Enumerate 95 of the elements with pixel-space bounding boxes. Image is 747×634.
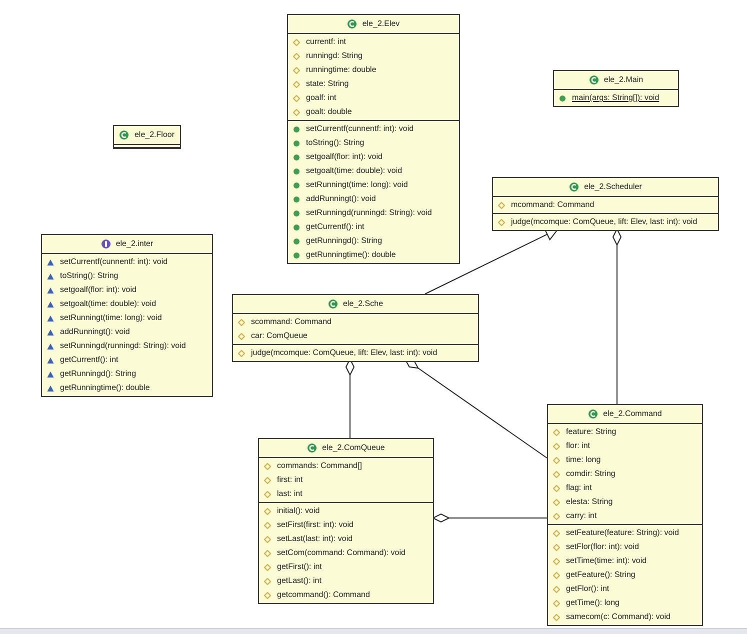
method-text: setRunningd(runningd: String): void	[306, 208, 432, 218]
diamond-icon	[238, 350, 245, 356]
method-text: setRunningt(time: long): void	[306, 180, 408, 190]
method-text: judge(mcomque: ComQueue, lift: Elev, last: int): void	[251, 348, 438, 358]
dot-icon	[293, 224, 300, 230]
class-name: ele_2.Scheduler	[584, 181, 642, 193]
dot-icon	[293, 238, 300, 244]
field-text: goalt: double	[306, 107, 352, 117]
method-text: setCurrentf(cunnentf: int): void	[306, 124, 414, 134]
method-text: getCurrentf(): int	[60, 355, 118, 365]
method-text: setFirst(first: int): void	[277, 520, 354, 530]
method-text: getRunningd(): String	[306, 236, 382, 246]
method-text: setCom(command: Command): void	[277, 548, 406, 558]
method-text: toString(): String	[306, 138, 364, 148]
class-name: ele_2.inter	[116, 238, 154, 250]
horizontal-scrollbar[interactable]	[0, 628, 747, 634]
method-text: initial(): void	[277, 506, 320, 516]
method-text: getcommand(): Command	[277, 590, 370, 600]
method-text: setgoalt(time: double): void	[60, 299, 156, 309]
class-box[interactable]: ele_2.Sche scommand: Command car: ComQueue judge(mcomque: ComQueue, lift: Elev, last: int): void	[232, 294, 479, 362]
class-name: ele_2.Main	[604, 74, 644, 86]
interface-icon	[100, 239, 111, 249]
method-text: addRunningt(): void	[306, 194, 376, 204]
field-text: feature: String	[566, 427, 616, 437]
field-text: carry: int	[566, 511, 597, 521]
dot-icon	[293, 140, 300, 146]
method-text: setgoalt(time: double): void	[306, 166, 402, 176]
field-text: car: ComQueue	[251, 331, 308, 341]
field-text: runningd: String	[306, 51, 362, 61]
method-text: getFlor(): int	[566, 584, 610, 594]
dot-icon	[293, 210, 300, 216]
class-box[interactable]	[41, 234, 213, 397]
class-box[interactable]: ele_2.Floor	[113, 125, 181, 149]
method-text: setRunningt(time: long): void	[60, 313, 162, 323]
field-text: last: int	[277, 489, 302, 499]
method-text: setRunningd(runningd: String): void	[60, 341, 186, 351]
method-text: getRunningtime(): double	[306, 250, 396, 260]
method-text: getRunningd(): String	[60, 369, 136, 379]
method-text: getFirst(): int	[277, 562, 322, 572]
field-text: mcommand: Command	[511, 200, 594, 210]
class-name: ele_2.Sche	[342, 298, 384, 310]
method-text: setgoalf(flor: int): void	[60, 285, 136, 295]
class-name: ele_2.Floor	[134, 129, 175, 141]
class-icon	[588, 409, 598, 419]
class-icon	[588, 75, 599, 85]
field-text: elesta: String	[566, 497, 613, 507]
field-text: goalf: int	[306, 93, 336, 103]
method-text: setgoalf(flor: int): void	[306, 152, 382, 162]
class-icon	[307, 443, 318, 453]
class-box[interactable]: ele_2.Main main(args: String[]): void	[553, 70, 679, 107]
class-icon	[347, 19, 358, 29]
field-text: comdir: String	[566, 469, 616, 479]
method-text: getLast(): int	[277, 576, 322, 586]
method-text: addRunningt(): void	[60, 327, 130, 337]
field-text: flor: int	[566, 441, 590, 451]
method-text: setLast(last: int): void	[277, 534, 353, 544]
method-text: getRunningtime(): double	[60, 383, 150, 393]
field-text: time: long	[566, 455, 601, 465]
class-box[interactable]	[287, 14, 460, 264]
field-text: flag: int	[566, 483, 592, 493]
dot-icon	[293, 126, 300, 132]
method-text: setTime(time: int): void	[566, 556, 647, 566]
dot-icon	[293, 196, 300, 202]
dot-icon	[293, 168, 300, 174]
method-text: samecom(c: Command): void	[566, 612, 670, 622]
dot-icon	[293, 154, 300, 160]
method-text: getFeature(): String	[566, 570, 636, 580]
dot-icon	[293, 182, 300, 188]
method-text: setCurrentf(cunnentf: int): void	[60, 257, 168, 267]
class-name: ele_2.Command	[603, 408, 662, 420]
class-box[interactable]	[547, 404, 703, 626]
class-icon	[328, 299, 338, 309]
method-text: getCurrentf(): int	[306, 222, 364, 232]
class-icon	[119, 130, 130, 140]
field-text: scommand: Command	[251, 317, 332, 327]
method-text: setFeature(feature: String): void	[566, 528, 679, 538]
method-text: judge(mcomque: ComQueue, lift: Elev, last: int): void	[511, 217, 698, 227]
diamond-icon	[498, 202, 505, 208]
method-text: toString(): String	[60, 271, 118, 281]
dot-icon	[559, 94, 566, 102]
dot-icon	[293, 252, 300, 258]
method-text: main(args: String[]): void	[572, 93, 660, 103]
field-text: first: int	[277, 475, 303, 485]
class-icon	[569, 182, 580, 192]
field-text: currentf: int	[306, 37, 346, 47]
class-name: ele_2.Elev	[362, 18, 400, 30]
class-box[interactable]	[258, 438, 434, 604]
class-box[interactable]: ele_2.Scheduler mcommand: Command judge(mcomque: ComQueue, lift: Elev, last: int): void	[492, 177, 719, 231]
method-text: getTime(): long	[566, 598, 620, 608]
field-text: runningtime: double	[306, 65, 376, 75]
class-name: ele_2.ComQueue	[322, 442, 385, 454]
field-text: commands: Command[]	[277, 461, 362, 471]
diamond-icon	[498, 218, 505, 226]
field-text: state: String	[306, 79, 349, 89]
method-text: setFlor(flor: int): void	[566, 542, 639, 552]
